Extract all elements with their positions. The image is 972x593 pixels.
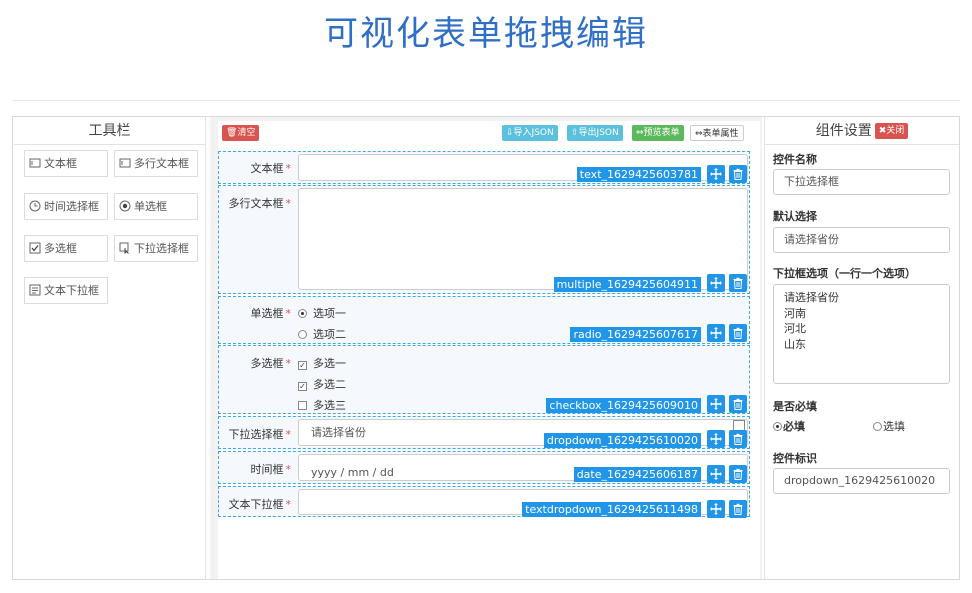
import-icon: ⇩ [506,128,514,138]
dropdown-options-textarea[interactable]: 请选择省份 河南 河北 山东 [773,284,950,384]
tool-dropdown[interactable]: 下拉选择框 [114,235,198,262]
move-icon[interactable] [707,395,725,413]
checkbox-option[interactable]: ✓ 多选一 [298,355,346,371]
delete-icon[interactable] [729,274,747,292]
dropdown-icon [119,242,131,254]
delete-icon[interactable] [729,395,747,413]
field-id-badge: dropdown_1629425610020 [543,433,701,448]
checkbox-checked-icon: ✓ [298,361,307,370]
form-field-checkbox[interactable]: 多选框 * ✓ 多选一 ✓ 多选二 多选三 checkbox_162942560901… [218,345,750,414]
move-icon[interactable] [707,465,725,483]
control-name-input[interactable]: 下拉选择框 [773,169,950,195]
settings-heading: 组件设置 ✖关闭 [765,117,959,145]
tool-time-picker[interactable]: 时间选择框 [24,193,108,220]
textbox-icon [29,157,41,169]
radio-icon [119,200,131,212]
default-select-label: 默认选择 [773,210,817,223]
tool-textarea[interactable]: 多行文本框 [114,150,198,177]
field-label: 多选框 * [250,357,292,370]
radio-unchecked-icon [298,330,307,339]
textarea-icon [119,157,131,169]
field-id-badge: checkbox_1629425609010 [546,398,701,413]
field-id-badge: text_1629425603781 [576,167,701,182]
field-label: 单选框 * [250,307,292,320]
form-field-text[interactable]: 文本框 * text_1629425603781 [218,151,750,184]
tool-checkbox[interactable]: 多选框 [24,235,108,262]
checkbox-unchecked-icon [298,401,307,410]
tool-radio[interactable]: 单选框 [114,193,198,220]
checkbox-checked-icon: ✓ [298,382,307,391]
export-json-button[interactable]: ⇧导出JSON [567,125,623,141]
field-id-badge: multiple_1629425604911 [553,277,701,292]
export-icon: ⇧ [571,128,579,138]
delete-icon[interactable] [729,500,747,518]
page-title: 可视化表单拖拽编辑 [324,14,648,54]
move-icon[interactable] [707,165,725,183]
form-attrs-button[interactable]: ⇔表单属性 [690,125,744,141]
radio-checked-icon [773,422,782,431]
default-select-input[interactable]: 请选择省份 [773,227,950,253]
field-id-badge: textdropdown_1629425611498 [522,502,701,517]
delete-icon[interactable] [729,324,747,342]
radio-unchecked-icon [873,422,882,431]
close-button[interactable]: ✖关闭 [874,123,909,139]
field-label: 下拉选择框 * [228,428,292,441]
move-icon[interactable] [707,500,725,518]
trash-icon: 🗑 [226,128,238,138]
move-icon[interactable] [707,324,725,342]
control-id-label: 控件标识 [773,452,817,465]
multiline-textarea[interactable] [298,188,748,290]
clear-button[interactable]: 🗑清空 [222,125,260,141]
radio-checked-icon [298,309,307,318]
required-yes-radio[interactable]: 必填 [773,418,805,434]
checkbox-option[interactable]: 多选三 [298,397,346,413]
field-id-badge: date_1629425606187 [573,467,701,482]
toolbar-panel: 工具栏 文本框 多行文本框 时间选择框 单选框 多选框 下拉选择框 文本下拉框 [14,117,206,579]
dropdown-options-label: 下拉框选项（一行一个选项） [773,267,916,280]
preview-form-button[interactable]: ⇔预览表单 [632,125,684,141]
form-field-dropdown[interactable]: 下拉选择框 * 请选择省份 dropdown_1629425610020 [218,416,750,449]
text-dropdown-icon [29,284,41,296]
field-id-badge: radio_1629425607617 [570,327,701,342]
import-json-button[interactable]: ⇩导入JSON [502,125,558,141]
header-divider [12,100,960,101]
move-icon[interactable] [707,274,725,292]
delete-icon[interactable] [729,430,747,448]
attrs-icon: ⇔ [695,129,703,139]
preview-icon: ⇔ [636,128,644,138]
field-label: 多行文本框 * [228,197,292,210]
radio-option[interactable]: 选项二 [298,326,346,342]
field-label: 文本框 * [250,162,292,175]
required-no-radio[interactable]: 选填 [873,418,905,434]
required-label: 是否必填 [773,400,817,413]
toolbar-heading: 工具栏 [14,117,205,145]
form-field-multiline[interactable]: 多行文本框 * multiple_1629425604911 [218,185,750,294]
delete-icon[interactable] [729,465,747,483]
checkbox-icon [29,242,41,254]
move-icon[interactable] [707,430,725,448]
clock-icon [29,200,41,212]
radio-option[interactable]: 选项一 [298,305,346,321]
checkbox-option[interactable]: ✓ 多选二 [298,376,346,392]
control-name-label: 控件名称 [773,153,817,166]
field-label: 文本下拉框 * [228,498,292,511]
form-field-text-dropdown[interactable]: 文本下拉框 * textdropdown_1629425611498 [218,486,750,518]
tool-text-dropdown[interactable]: 文本下拉框 [24,277,108,304]
tool-textbox[interactable]: 文本框 [24,150,108,177]
form-field-radio[interactable]: 单选框 * 选项一 选项二 radio_1629425607617 [218,296,750,344]
delete-icon[interactable] [729,165,747,183]
form-field-date[interactable]: 时间框 * yyyy / mm / dd date_1629425606187 [218,451,750,484]
field-label: 时间框 * [250,463,292,476]
settings-panel: 组件设置 ✖关闭 控件名称 下拉选择框 默认选择 请选择省份 下拉框选项（一行一个… [764,117,959,579]
control-id-input[interactable]: dropdown_1629425610020 [773,468,950,494]
